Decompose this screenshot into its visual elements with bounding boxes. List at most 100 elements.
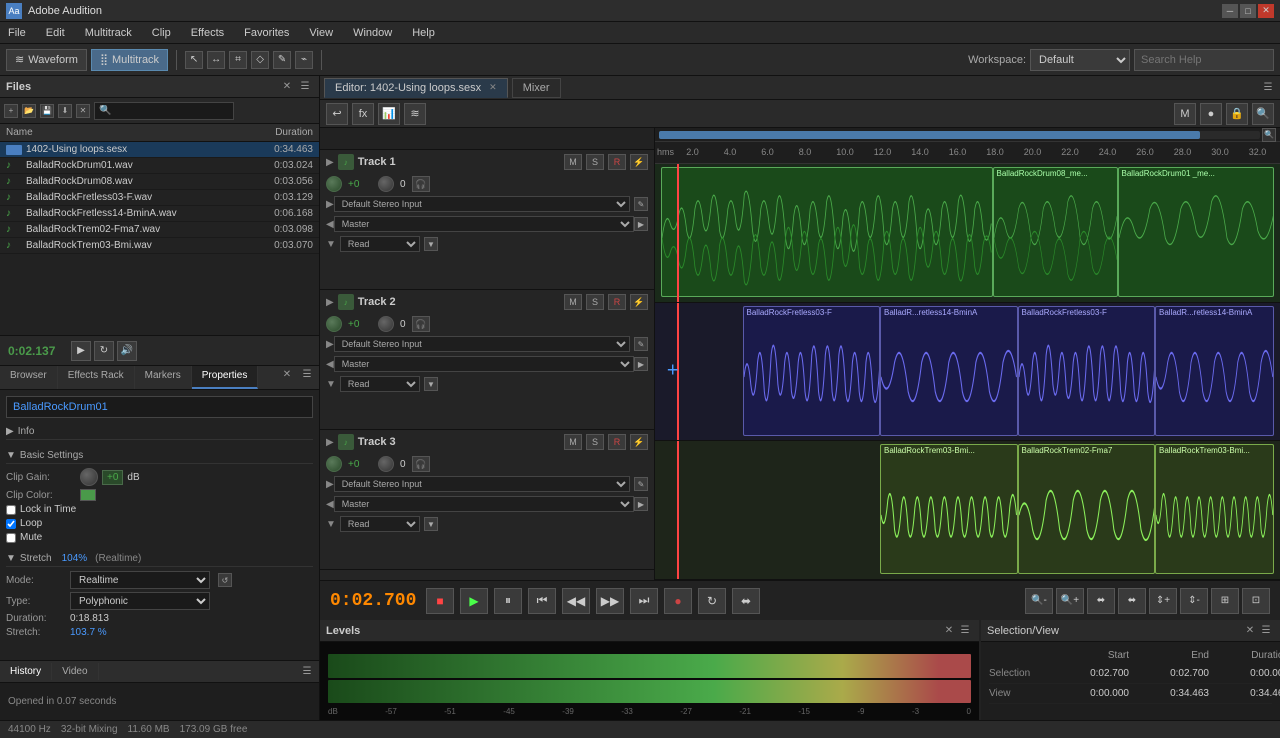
editor-settings-btn[interactable]: ☰ (1260, 80, 1276, 96)
track-1-read-select[interactable]: Read (340, 236, 420, 252)
tab-effects-rack[interactable]: Effects Rack (58, 366, 135, 389)
clip-gain-knob[interactable] (80, 468, 98, 486)
h-scrollbar-thumb[interactable] (659, 131, 1200, 139)
track-1-route-expand-btn[interactable]: ▶ (634, 217, 648, 231)
track-3-route-expander[interactable]: ◀ (326, 499, 334, 510)
track-2-input-edit-btn[interactable]: ✎ (634, 337, 648, 351)
file-row-4[interactable]: BalladRockFretless14-BminA.wav 0:06.168 (0, 206, 319, 222)
track-2-route-expander[interactable]: ◀ (326, 359, 334, 370)
track-3-read-expander[interactable]: ▼ (326, 519, 336, 530)
files-panel-close-btn[interactable]: ✕ (279, 79, 295, 95)
menu-clip[interactable]: Clip (148, 25, 175, 41)
tab-browser[interactable]: Browser (0, 366, 58, 389)
zoom-in-v-btn[interactable]: ⇕+ (1149, 588, 1177, 614)
track-3-input-edit-btn[interactable]: ✎ (634, 477, 648, 491)
track-1-read-expand-btn[interactable]: ▼ (424, 237, 438, 251)
tool-icon-5[interactable]: ✎ (273, 51, 291, 69)
track-2-mute-btn[interactable]: M (564, 294, 582, 310)
workspace-select[interactable]: Default (1030, 49, 1130, 71)
stretch-section-title[interactable]: ▼ Stretch 104% (Realtime) (6, 551, 313, 567)
play-button[interactable]: ▶ (460, 588, 488, 614)
clip-t3-2[interactable]: BalladRockTrem03-Bmi... (1155, 444, 1274, 574)
tab-history[interactable]: History (0, 663, 52, 680)
zoom-tool-btn[interactable]: 🔍 (1252, 103, 1274, 125)
track-2-input-select[interactable]: Default Stereo Input (334, 336, 630, 352)
track-3-headphone-btn[interactable]: 🎧 (412, 456, 430, 472)
goto-start-button[interactable]: ⏮ (528, 588, 556, 614)
midi-btn[interactable]: M (1174, 103, 1196, 125)
menu-edit[interactable]: Edit (42, 25, 69, 41)
menu-favorites[interactable]: Favorites (240, 25, 293, 41)
clip-color-swatch[interactable] (80, 489, 96, 501)
track-1-clips[interactable]: BalladRockDrum08_me... Ba (655, 164, 1280, 303)
track-1-headphone-btn[interactable]: 🎧 (412, 176, 430, 192)
clip-t2-0[interactable]: BalladRockFretless03-F (743, 306, 881, 436)
waveform-tool-btn[interactable]: ≋ (404, 103, 426, 125)
fit-all-btn[interactable]: ⊡ (1242, 588, 1270, 614)
fx-btn[interactable]: fx (352, 103, 374, 125)
track-1-input-expander[interactable]: ▶ (326, 199, 334, 210)
track-3-read-select[interactable]: Read (340, 516, 420, 532)
info-section-title[interactable]: ▶ Info (6, 424, 313, 440)
clip-t2-2[interactable]: BalladRockFretless03-F (1018, 306, 1156, 436)
minimize-button[interactable]: ─ (1222, 4, 1238, 18)
file-row-5[interactable]: BalladRockTrem02-Fma7.wav 0:03.098 (0, 222, 319, 238)
track-2-headphone-btn[interactable]: 🎧 (412, 316, 430, 332)
h-scrollbar-track[interactable] (659, 131, 1260, 139)
track-3-input-expander[interactable]: ▶ (326, 479, 334, 490)
editor-tab-main[interactable]: Editor: 1402-Using loops.sesx ✕ (324, 78, 508, 98)
file-row-1[interactable]: BalladRockDrum01.wav 0:03.024 (0, 158, 319, 174)
track-2-rec-btn[interactable]: R (608, 294, 626, 310)
pause-button[interactable]: ⏸ (494, 588, 522, 614)
track-3-pan-knob[interactable] (378, 456, 394, 472)
track-2-clips[interactable]: + BalladRockFretless03-F Ball (655, 303, 1280, 442)
menu-multitrack[interactable]: Multitrack (81, 25, 136, 41)
tab-video[interactable]: Video (52, 663, 98, 680)
track-3-input-select[interactable]: Default Stereo Input (334, 476, 630, 492)
file-row-0[interactable]: 1402-Using loops.sesx 0:34.463 (0, 142, 319, 158)
files-search-input[interactable] (94, 102, 234, 120)
files-panel-menu-btn[interactable]: ☰ (297, 79, 313, 95)
type-select[interactable]: Polyphonic (70, 592, 210, 610)
clip-t1-0[interactable] (661, 167, 992, 297)
basic-settings-title[interactable]: ▼ Basic Settings (6, 448, 313, 464)
track-3-mute-btn[interactable]: M (564, 434, 582, 450)
mini-vol-btn[interactable]: 🔊 (117, 341, 137, 361)
levels-menu-btn[interactable]: ☰ (957, 623, 973, 639)
mode-reset-btn[interactable]: ↺ (218, 573, 232, 587)
track-2-read-select[interactable]: Read (340, 376, 420, 392)
track-1-solo-btn[interactable]: S (586, 154, 604, 170)
menu-view[interactable]: View (305, 25, 337, 41)
file-row-6[interactable]: BalladRockTrem03-Bmi.wav 0:03.070 (0, 238, 319, 254)
zoom-fit-btn[interactable]: 🔍 (1262, 128, 1276, 142)
tool-icon-3[interactable]: ⌗ (229, 51, 247, 69)
files-save-btn[interactable]: 💾 (40, 104, 54, 118)
mute-checkbox[interactable] (6, 533, 16, 543)
editor-tab-close[interactable]: ✕ (489, 82, 497, 93)
files-delete-btn[interactable]: ✕ (76, 104, 90, 118)
tool-icon-6[interactable]: ⌁ (295, 51, 313, 69)
files-open-btn[interactable]: 📂 (22, 104, 36, 118)
clip-t1-1[interactable]: BalladRockDrum08_me... (993, 167, 1118, 297)
tool-icon-1[interactable]: ↖ (185, 51, 203, 69)
search-input[interactable] (1134, 49, 1274, 71)
fit-btn[interactable]: ⊞ (1211, 588, 1239, 614)
track-2-input-expander[interactable]: ▶ (326, 339, 334, 350)
files-new-btn[interactable]: + (4, 104, 18, 118)
track-1-input-select[interactable]: Default Stereo Input (334, 196, 630, 212)
track-2-pan-knob[interactable] (378, 316, 394, 332)
punch-in-button[interactable]: ⬌ (732, 588, 760, 614)
track-2-read-expander[interactable]: ▼ (326, 379, 336, 390)
selection-close-btn[interactable]: ✕ (1242, 623, 1258, 639)
mini-play-btn[interactable]: ▶ (71, 341, 91, 361)
track-3-expander[interactable]: ▶ (326, 437, 334, 448)
levels-close-btn[interactable]: ✕ (941, 623, 957, 639)
clip-name-input[interactable] (6, 396, 313, 418)
track-3-clips[interactable]: BalladRockTrem03-Bmi... BalladRockTrem02… (655, 441, 1280, 580)
zoom-in-t-btn[interactable]: 🔍+ (1056, 588, 1084, 614)
track-3-route-select[interactable]: Master (334, 496, 634, 512)
track-1-mute-btn[interactable]: M (564, 154, 582, 170)
selection-menu-btn[interactable]: ☰ (1258, 623, 1274, 639)
tool-icon-4[interactable]: ◇ (251, 51, 269, 69)
solo-btn[interactable]: 🔒 (1226, 103, 1248, 125)
